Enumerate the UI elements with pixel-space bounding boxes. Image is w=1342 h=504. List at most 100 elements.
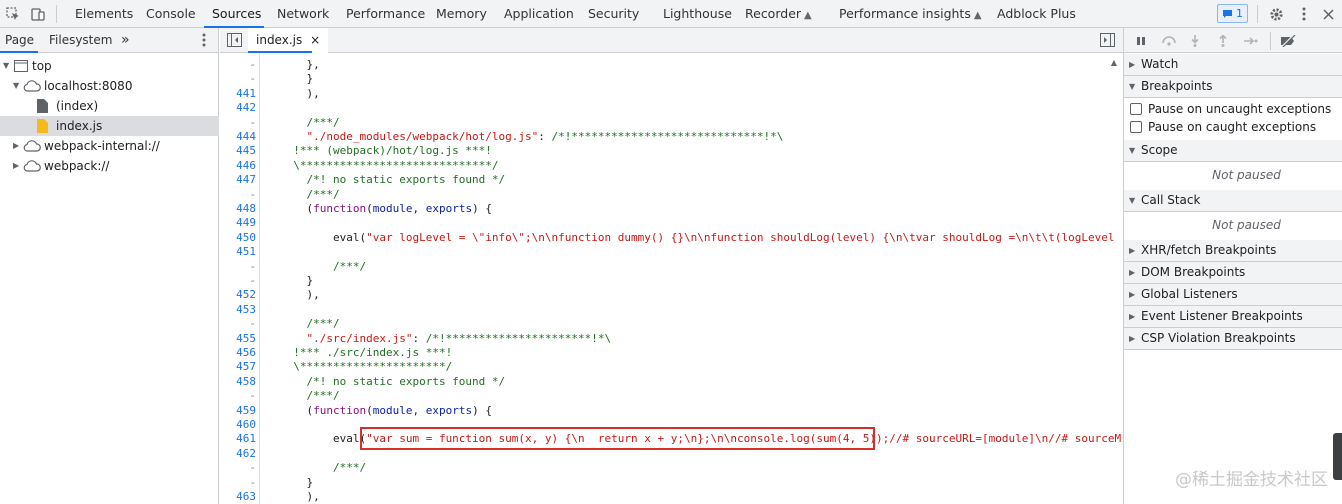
line-number[interactable]: - [249, 461, 256, 475]
tab-console[interactable]: Console [146, 0, 196, 28]
device-toolbar-icon[interactable] [28, 4, 48, 24]
tab-memory[interactable]: Memory [436, 0, 487, 28]
tree-item-index-js[interactable]: index.js [0, 116, 219, 136]
step-into-icon[interactable] [1186, 32, 1204, 50]
tab-performance-insights[interactable]: Performance insights ▲ [839, 0, 982, 28]
tree-item-webpack[interactable]: ▶ webpack:// [0, 156, 219, 176]
line-number[interactable]: - [249, 72, 256, 86]
scope-section-header[interactable]: ▼ Scope [1124, 140, 1342, 162]
watch-section-header[interactable]: ▶ Watch [1124, 54, 1342, 76]
line-number[interactable]: 453 [236, 303, 256, 317]
line-number[interactable]: 457 [236, 360, 256, 374]
code-line: /*! no static exports found */ [280, 173, 505, 187]
line-number[interactable]: - [249, 116, 256, 130]
code-line: /***/ [280, 116, 339, 130]
cloud-icon [23, 160, 41, 172]
line-number[interactable]: 463 [236, 490, 256, 504]
tree-item-localhost[interactable]: ▼ localhost:8080 [0, 76, 219, 96]
issues-badge[interactable]: 1 [1217, 4, 1248, 23]
line-number[interactable]: 459 [236, 404, 256, 418]
tree-item-index[interactable]: (index) [0, 96, 219, 116]
line-number[interactable]: 461 [236, 432, 256, 446]
line-number[interactable]: 442 [236, 101, 256, 115]
more-tabs-chevron[interactable]: » [121, 28, 130, 53]
pause-caught-checkbox[interactable] [1130, 121, 1142, 133]
call-stack-section-header[interactable]: ▼ Call Stack [1124, 190, 1342, 212]
code-token: /***/ [280, 187, 340, 201]
line-number[interactable]: 452 [236, 288, 256, 302]
toggle-navigator-icon[interactable] [227, 33, 242, 50]
line-number[interactable]: 441 [236, 87, 256, 101]
settings-gear-icon[interactable] [1266, 4, 1286, 24]
tab-page[interactable]: Page [5, 28, 34, 53]
tab-performance[interactable]: Performance [346, 0, 425, 28]
line-number[interactable]: 445 [236, 144, 256, 158]
tab-application[interactable]: Application [504, 0, 574, 28]
line-number[interactable]: 444 [236, 130, 256, 144]
expand-triangle-icon[interactable]: ▼ [13, 76, 19, 96]
tab-sources[interactable]: Sources [212, 0, 261, 28]
tree-item-top[interactable]: ▼ top [0, 56, 219, 76]
frame-icon [14, 60, 28, 72]
line-number[interactable]: 455 [236, 332, 256, 346]
line-number[interactable]: 460 [236, 418, 256, 432]
line-number[interactable]: - [249, 260, 256, 274]
tab-security[interactable]: Security [588, 0, 639, 28]
line-number[interactable]: 451 [236, 245, 256, 259]
scope-status: Not paused [1212, 168, 1281, 182]
csp-violation-breakpoints-header[interactable]: ▶ CSP Violation Breakpoints [1124, 328, 1342, 350]
line-number[interactable]: 450 [236, 231, 256, 245]
line-number[interactable]: 446 [236, 159, 256, 173]
code-token: ), [280, 86, 320, 100]
line-number[interactable]: - [249, 58, 256, 72]
line-number[interactable]: - [249, 476, 256, 490]
tab-network[interactable]: Network [277, 0, 329, 28]
code-token: "var logLevel = \"info\";\n\nfunction du… [366, 230, 1115, 244]
close-tab-icon[interactable]: × [310, 33, 320, 47]
navigator-menu-icon[interactable] [202, 33, 206, 50]
event-listener-breakpoints-header[interactable]: ▶ Event Listener Breakpoints [1124, 306, 1342, 328]
line-number[interactable]: - [249, 188, 256, 202]
line-number[interactable]: 462 [236, 447, 256, 461]
step-out-icon[interactable] [1214, 32, 1232, 50]
pause-caught-row[interactable]: Pause on caught exceptions [1130, 118, 1316, 136]
toggle-debugger-icon[interactable] [1100, 33, 1115, 50]
line-number[interactable]: 458 [236, 375, 256, 389]
collapse-triangle-icon[interactable]: ▶ [13, 156, 19, 176]
breakpoints-section-header[interactable]: ▼ Breakpoints [1124, 76, 1342, 98]
pause-uncaught-row[interactable]: Pause on uncaught exceptions [1130, 100, 1331, 118]
tab-recorder[interactable]: Recorder ▲ [745, 0, 812, 28]
source-editor: index.js × - -441 442-444 445 446 447-448 449 4… [220, 28, 1123, 504]
xhr-breakpoints-header[interactable]: ▶ XHR/fetch Breakpoints [1124, 240, 1342, 262]
line-number[interactable]: - [249, 274, 256, 288]
expand-triangle-icon[interactable]: ▼ [3, 56, 9, 76]
file-tab-label: index.js [256, 33, 303, 47]
line-number[interactable]: 449 [236, 216, 256, 230]
inspect-element-icon[interactable] [3, 4, 23, 24]
code-token: /***/ [280, 461, 367, 475]
collapse-triangle-icon[interactable]: ▶ [13, 136, 19, 156]
tab-elements[interactable]: Elements [75, 0, 133, 28]
close-devtools-icon[interactable] [1318, 4, 1338, 24]
tab-adblock-plus[interactable]: Adblock Plus [997, 0, 1076, 28]
line-number[interactable]: - [249, 317, 256, 331]
step-icon[interactable] [1242, 32, 1260, 50]
resize-drag-handle[interactable] [1333, 433, 1342, 480]
tree-item-webpack-internal[interactable]: ▶ webpack-internal:// [0, 136, 219, 156]
line-number[interactable]: 456 [236, 346, 256, 360]
dom-breakpoints-header[interactable]: ▶ DOM Breakpoints [1124, 262, 1342, 284]
global-listeners-header[interactable]: ▶ Global Listeners [1124, 284, 1342, 306]
line-number[interactable]: 448 [236, 202, 256, 216]
pause-icon[interactable] [1132, 32, 1150, 50]
line-number[interactable]: 447 [236, 173, 256, 187]
pause-uncaught-checkbox[interactable] [1130, 103, 1142, 115]
tab-lighthouse[interactable]: Lighthouse [663, 0, 732, 28]
scroll-up-arrow-icon[interactable]: ▲ [1111, 58, 1117, 67]
file-tab-index-js[interactable]: index.js × [248, 28, 329, 53]
step-over-icon[interactable] [1160, 32, 1178, 50]
tab-filesystem[interactable]: Filesystem [49, 28, 112, 53]
code-token: } [280, 72, 314, 86]
line-number[interactable]: - [249, 389, 256, 403]
more-options-icon[interactable] [1294, 4, 1314, 24]
deactivate-breakpoints-icon[interactable] [1279, 32, 1297, 50]
